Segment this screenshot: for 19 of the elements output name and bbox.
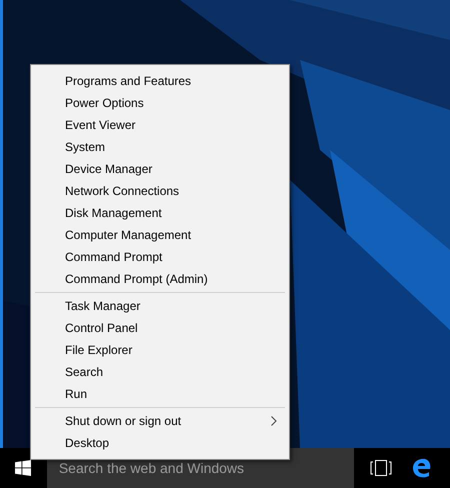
menu-item[interactable]: Disk Management <box>35 202 285 224</box>
menu-item[interactable]: Task Manager <box>35 295 285 317</box>
menu-item[interactable]: Shut down or sign out <box>35 410 285 432</box>
menu-item[interactable]: File Explorer <box>35 339 285 361</box>
menu-item[interactable]: Network Connections <box>35 180 285 202</box>
menu-item[interactable]: Control Panel <box>35 317 285 339</box>
menu-item[interactable]: Device Manager <box>35 158 285 180</box>
menu-item[interactable]: Command Prompt (Admin) <box>35 268 285 290</box>
windows-logo-icon <box>15 460 32 476</box>
menu-item[interactable]: Computer Management <box>35 224 285 246</box>
task-view-icon <box>370 460 392 476</box>
menu-item[interactable]: Power Options <box>35 92 285 114</box>
menu-item[interactable]: Run <box>35 383 285 405</box>
menu-item[interactable]: Programs and Features <box>35 70 285 92</box>
menu-item[interactable]: Command Prompt <box>35 246 285 268</box>
browser-icon <box>412 458 432 478</box>
menu-item[interactable]: System <box>35 136 285 158</box>
menu-item[interactable]: Event Viewer <box>35 114 285 136</box>
menu-item[interactable]: Search <box>35 361 285 383</box>
